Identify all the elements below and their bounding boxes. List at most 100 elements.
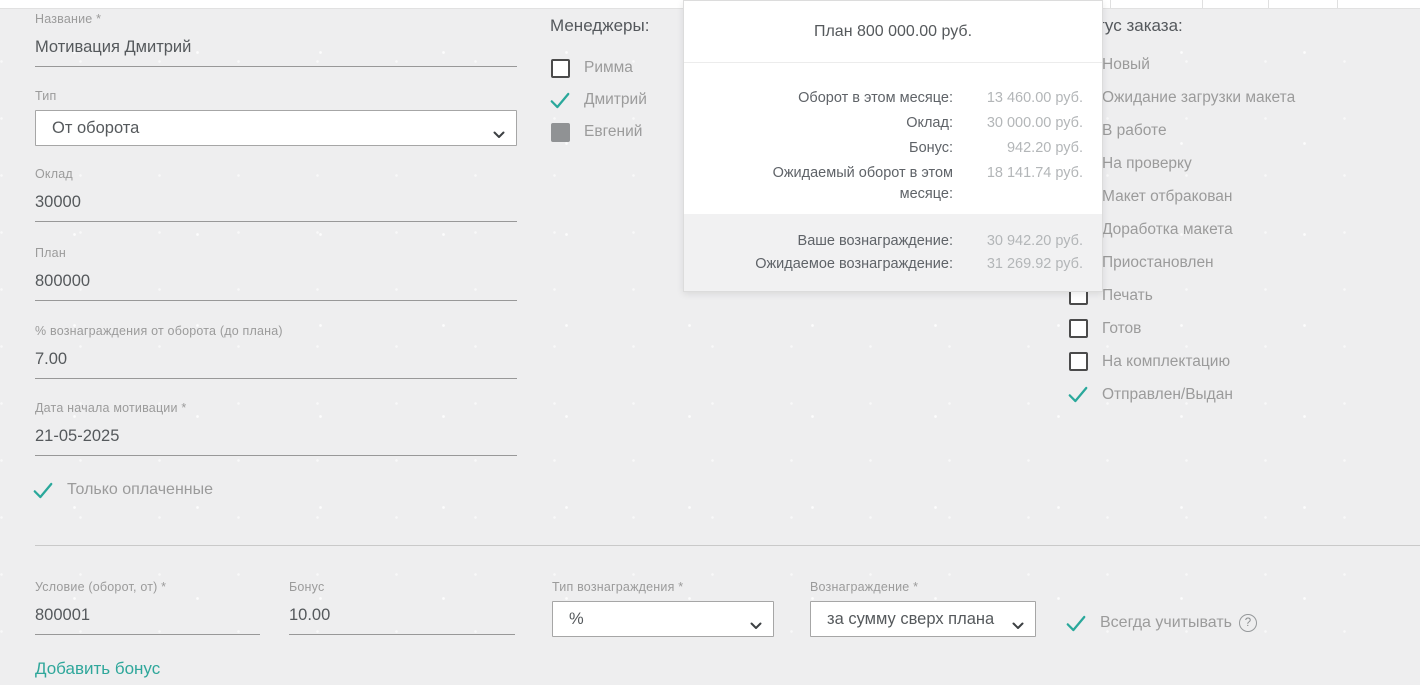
manager-dmitry-checkbox[interactable]: [550, 90, 570, 110]
always-count-label: Всегда учитывать: [1100, 614, 1232, 632]
field-start-date: Дата начала мотивации * 21-05-2025: [35, 401, 517, 456]
field-type: Тип От оборота: [35, 89, 517, 146]
status-label: Отправлен/Выдан: [1102, 386, 1233, 404]
popup-row-value: 18 141.74 руб.: [953, 163, 1083, 205]
help-icon[interactable]: ?: [1239, 614, 1257, 632]
managers-section: Менеджеры: Римма Дмитрий Евгений: [550, 16, 649, 148]
popup-row: Оклад: 30 000.00 руб.: [684, 113, 1083, 134]
plan-summary-popup: План 800 000.00 руб. Оборот в этом месяц…: [683, 0, 1103, 292]
status-row: На комплектацию: [1068, 345, 1295, 378]
check-icon: [33, 481, 53, 500]
start-date-label: Дата начала мотивации *: [35, 401, 517, 415]
field-salary: Оклад 30000: [35, 167, 517, 222]
table-column-divider: [1202, 0, 1203, 8]
popup-row-label: Ваше вознаграждение:: [685, 230, 953, 252]
type-select[interactable]: От оборота: [35, 110, 517, 146]
type-label: Тип: [35, 89, 517, 103]
manager-evgeny-checkbox[interactable]: [551, 123, 570, 142]
field-reward: Вознаграждение * за сумму сверх плана: [810, 580, 1036, 637]
popup-row-label: Бонус:: [685, 138, 953, 159]
popup-row-value: 13 460.00 руб.: [953, 88, 1083, 109]
start-date-input[interactable]: 21-05-2025: [35, 426, 517, 456]
only-paid-label: Только оплаченные: [67, 481, 213, 499]
popup-summary-row: Ваше вознаграждение: 30 942.20 руб.: [684, 230, 1083, 252]
reward-select-value: за сумму сверх плана: [827, 610, 994, 629]
popup-row-value: 30 942.20 руб.: [953, 230, 1083, 252]
manager-label: Римма: [584, 59, 633, 77]
status-label: Ожидание загрузки макета: [1102, 89, 1295, 107]
salary-input[interactable]: 30000: [35, 192, 517, 222]
manager-label: Дмитрий: [584, 91, 647, 109]
field-plan: План 800000: [35, 246, 517, 301]
status-for-assembly-checkbox[interactable]: [1069, 352, 1088, 371]
only-paid-checkbox[interactable]: [33, 480, 53, 500]
manager-label: Евгений: [584, 123, 642, 141]
check-icon: [1066, 614, 1086, 633]
status-row: Готов: [1068, 312, 1295, 345]
section-divider: [35, 545, 1420, 546]
table-column-divider: [1268, 0, 1269, 8]
reward-label: Вознаграждение *: [810, 580, 1036, 594]
status-label: Печать: [1102, 287, 1153, 305]
popup-title: План 800 000.00 руб.: [684, 1, 1102, 63]
field-condition: Условие (оборот, от) * 800001: [35, 580, 260, 635]
field-bonus: Бонус 10.00: [289, 580, 515, 635]
popup-summary-row: Ожидаемое вознаграждение: 31 269.92 руб.: [684, 253, 1083, 275]
percent-label: % вознаграждения от оборота (до плана): [35, 324, 517, 338]
salary-label: Оклад: [35, 167, 517, 181]
always-count-checkbox-row: Всегда учитывать ?: [1066, 613, 1257, 633]
status-label: Макет отбракован: [1102, 188, 1233, 206]
reward-select[interactable]: за сумму сверх плана: [810, 601, 1036, 637]
chevron-down-icon: [1012, 616, 1024, 635]
add-bonus-link[interactable]: Добавить бонус: [35, 659, 160, 679]
popup-row-label: Ожидаемый оборот в этом месяце:: [735, 163, 953, 205]
popup-row-label: Оклад:: [685, 113, 953, 134]
popup-row-label: Ожидаемое вознаграждение:: [685, 253, 953, 275]
table-column-divider: [1337, 0, 1338, 8]
field-reward-type: Тип вознаграждения * %: [552, 580, 774, 637]
popup-row: Бонус: 942.20 руб.: [684, 138, 1083, 159]
percent-input[interactable]: 7.00: [35, 349, 517, 379]
manager-rimma-checkbox[interactable]: [551, 59, 570, 78]
bonus-label: Бонус: [289, 580, 515, 594]
reward-type-label: Тип вознаграждения *: [552, 580, 774, 594]
check-icon: [550, 91, 570, 110]
manager-row: Евгений: [550, 116, 649, 148]
check-icon: [1068, 385, 1088, 404]
popup-row: Ожидаемый оборот в этом месяце: 18 141.7…: [684, 163, 1083, 205]
condition-input[interactable]: 800001: [35, 605, 260, 635]
status-ready-checkbox[interactable]: [1069, 319, 1088, 338]
popup-summary-section: Ваше вознаграждение: 30 942.20 руб. Ожид…: [684, 214, 1102, 291]
condition-label: Условие (оборот, от) *: [35, 580, 260, 594]
name-label: Название *: [35, 12, 517, 26]
popup-row-label: Оборот в этом месяце:: [685, 88, 953, 109]
popup-row-value: 31 269.92 руб.: [953, 253, 1083, 275]
status-shipped-checkbox[interactable]: [1068, 385, 1088, 405]
field-percent: % вознаграждения от оборота (до плана) 7…: [35, 324, 517, 379]
manager-row: Дмитрий: [550, 84, 649, 116]
table-column-divider: [1110, 0, 1111, 8]
status-label: Новый: [1102, 56, 1150, 74]
status-label: На комплектацию: [1102, 353, 1230, 371]
only-paid-checkbox-row: Только оплаченные: [33, 480, 213, 500]
status-label: Готов: [1102, 320, 1141, 338]
always-count-checkbox[interactable]: [1066, 613, 1086, 633]
popup-row-value: 942.20 руб.: [953, 138, 1083, 159]
status-label: В работе: [1102, 122, 1167, 140]
status-label: Приостановлен: [1102, 254, 1214, 272]
status-label: На проверку: [1102, 155, 1192, 173]
bonus-input[interactable]: 10.00: [289, 605, 515, 635]
plan-label: План: [35, 246, 517, 260]
plan-input[interactable]: 800000: [35, 271, 517, 301]
status-label: Доработка макета: [1102, 221, 1233, 239]
chevron-down-icon: [750, 616, 762, 635]
popup-row: Оборот в этом месяце: 13 460.00 руб.: [684, 88, 1083, 109]
reward-type-select-value: %: [569, 610, 584, 629]
popup-row-value: 30 000.00 руб.: [953, 113, 1083, 134]
reward-type-select[interactable]: %: [552, 601, 774, 637]
status-row: Отправлен/Выдан: [1068, 378, 1295, 411]
field-name: Название * Мотивация Дмитрий: [35, 12, 517, 67]
chevron-down-icon: [493, 125, 505, 144]
managers-heading: Менеджеры:: [550, 16, 649, 36]
name-input[interactable]: Мотивация Дмитрий: [35, 37, 517, 67]
